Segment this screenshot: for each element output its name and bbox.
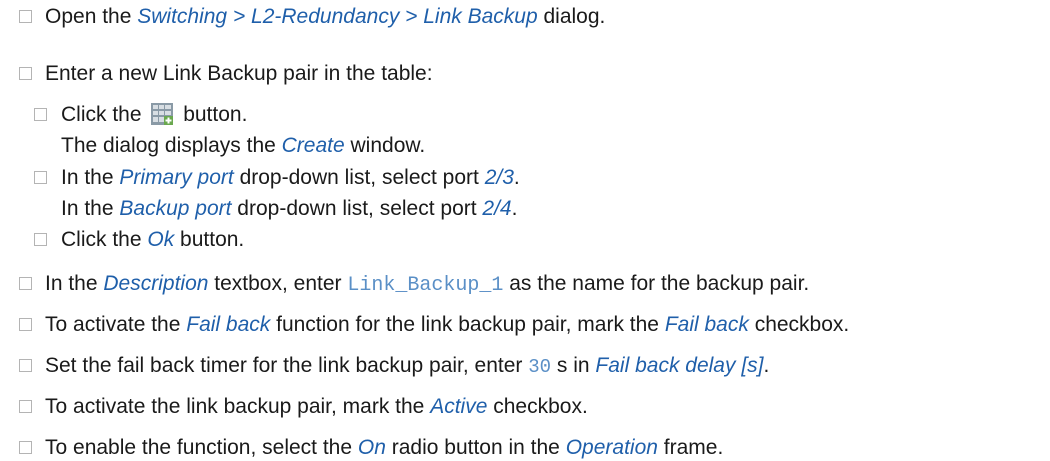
step-active: To activate the link backup pair, mark t… [45, 395, 588, 418]
step-fail-back: To activate the Fail back function for t… [45, 313, 850, 336]
substep-backup-port: In the Backup port drop-down list, selec… [61, 197, 518, 220]
instruction-page: Open the Switching > L2-Redundancy > Lin… [0, 0, 1050, 461]
menu-path: Switching > L2-Redundancy > Link Backup [137, 5, 538, 28]
step-checkbox[interactable] [19, 441, 32, 454]
step-enter-pair: Enter a new Link Backup pair in the tabl… [45, 62, 433, 85]
step-checkbox[interactable] [19, 277, 32, 290]
step-checkbox[interactable] [19, 359, 32, 372]
step-description: In the Description textbox, enter Link_B… [45, 272, 810, 297]
step-checkbox[interactable] [19, 67, 32, 80]
step-operation: To enable the function, select the On ra… [45, 436, 724, 459]
step-open-dialog: Open the Switching > L2-Redundancy > Lin… [45, 5, 606, 28]
step-checkbox[interactable] [19, 10, 32, 23]
step-checkbox[interactable] [19, 400, 32, 413]
input-value: 30 [528, 356, 552, 378]
substep-checkbox[interactable] [34, 108, 47, 121]
input-value: Link_Backup_1 [347, 274, 504, 297]
step-fail-back-delay: Set the fail back timer for the link bac… [45, 354, 770, 378]
step-checkbox[interactable] [19, 318, 32, 331]
substep-click-add: Click the button. [61, 103, 248, 126]
substep-primary-port: In the Primary port drop-down list, sele… [61, 166, 520, 189]
add-table-row-icon [151, 103, 174, 125]
substep-create-window: The dialog displays the Create window. [61, 134, 426, 157]
substep-checkbox[interactable] [34, 233, 47, 246]
substep-click-ok: Click the Ok button. [61, 228, 245, 251]
substep-checkbox[interactable] [34, 171, 47, 184]
